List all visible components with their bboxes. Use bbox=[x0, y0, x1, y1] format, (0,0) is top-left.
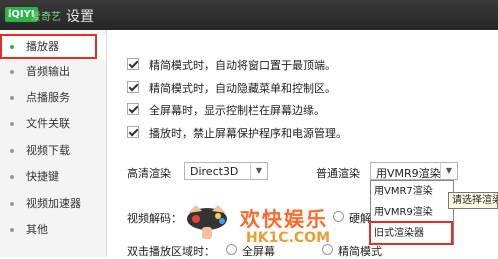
chevron-down-icon: ▼ bbox=[440, 163, 457, 179]
settings-sidebar: 播放器 音频输出 点播服务 文件关联 视频下载 快捷键 视频加速器 其他 bbox=[0, 30, 107, 257]
hard-decode-label: 硬解 bbox=[349, 212, 371, 225]
hard-decode-radio[interactable] bbox=[333, 211, 344, 222]
sidebar-item-label: 音频输出 bbox=[26, 65, 70, 78]
gamepad-hand-icon bbox=[187, 205, 227, 239]
option-vmr9[interactable]: 用VMR9渲染 bbox=[371, 203, 453, 223]
option-label: 播放时，禁止屏幕保护程序和电源管理。 bbox=[149, 127, 347, 140]
selected-value: Direct3D bbox=[190, 165, 239, 178]
checkbox[interactable] bbox=[127, 58, 139, 70]
sidebar-item-label: 其他 bbox=[26, 223, 48, 236]
option-vmr7[interactable]: 用VMR7渲染 bbox=[371, 182, 453, 202]
sidebar-item-label: 视频下载 bbox=[26, 144, 70, 157]
sidebar-item-video-download[interactable]: 视频下载 bbox=[0, 139, 106, 163]
window-title: 设置 bbox=[66, 9, 94, 25]
checkbox[interactable] bbox=[127, 81, 139, 93]
sidebar-item-shortcuts[interactable]: 快捷键 bbox=[0, 165, 106, 189]
bullet-icon bbox=[10, 175, 14, 179]
sidebar-item-video-accelerator[interactable]: 视频加速器 bbox=[0, 192, 106, 216]
brand-text: 爱奇艺 bbox=[31, 12, 61, 23]
bullet-icon bbox=[10, 228, 14, 232]
bullet-icon bbox=[10, 70, 14, 74]
video-decode-label: 视频解码： bbox=[127, 212, 182, 225]
option-label: 精简模式时，自动隐藏菜单和控制区。 bbox=[149, 82, 336, 95]
sidebar-item-other[interactable]: 其他 bbox=[0, 218, 106, 242]
bullet-icon bbox=[10, 45, 14, 49]
sidebar-item-label: 文件关联 bbox=[26, 117, 70, 130]
tooltip: 请选择渲染 bbox=[448, 192, 498, 209]
bullet-icon bbox=[10, 96, 14, 100]
checkbox[interactable] bbox=[127, 126, 139, 138]
bullet-icon bbox=[10, 202, 14, 206]
option-label: 全屏幕时，显示控制栏在屏幕边缘。 bbox=[149, 104, 325, 117]
sidebar-item-player[interactable]: 播放器 bbox=[0, 35, 106, 59]
selected-value: 用VMR9渲染 bbox=[376, 167, 441, 180]
option-label: 精简模式时，自动将窗口置于最顶端。 bbox=[149, 59, 336, 72]
hd-render-label: 高清渲染 bbox=[127, 167, 171, 180]
normal-render-select[interactable]: 用VMR9渲染 ▼ bbox=[370, 162, 458, 180]
sidebar-item-file-association[interactable]: 文件关联 bbox=[0, 112, 106, 136]
sidebar-item-label: 视频加速器 bbox=[26, 197, 81, 210]
sidebar-item-label: 快捷键 bbox=[26, 170, 59, 183]
watermark-title: 欢快娱乐 bbox=[240, 207, 328, 231]
render-dropdown: 用VMR7渲染 用VMR9渲染 旧式渲染器 bbox=[370, 180, 454, 245]
bullet-icon bbox=[10, 149, 14, 153]
chevron-down-icon: ▼ bbox=[250, 163, 267, 179]
title-bar: iQIYI 爱奇艺 设置 bbox=[0, 0, 498, 30]
bullet-icon bbox=[10, 122, 14, 126]
fullscreen-radio[interactable] bbox=[226, 244, 237, 255]
sidebar-item-vod-service[interactable]: 点播服务 bbox=[0, 86, 106, 110]
option-legacy-renderer[interactable]: 旧式渲染器 bbox=[371, 224, 453, 244]
hd-render-select[interactable]: Direct3D ▼ bbox=[184, 162, 268, 180]
checkbox[interactable] bbox=[127, 103, 139, 115]
sidebar-item-label: 点播服务 bbox=[26, 91, 70, 104]
sidebar-item-audio-output[interactable]: 音频输出 bbox=[0, 60, 106, 84]
normal-render-label: 普通渲染 bbox=[316, 167, 360, 180]
sidebar-item-label: 播放器 bbox=[26, 40, 59, 53]
watermark-url: HK1C.COM bbox=[246, 230, 331, 246]
